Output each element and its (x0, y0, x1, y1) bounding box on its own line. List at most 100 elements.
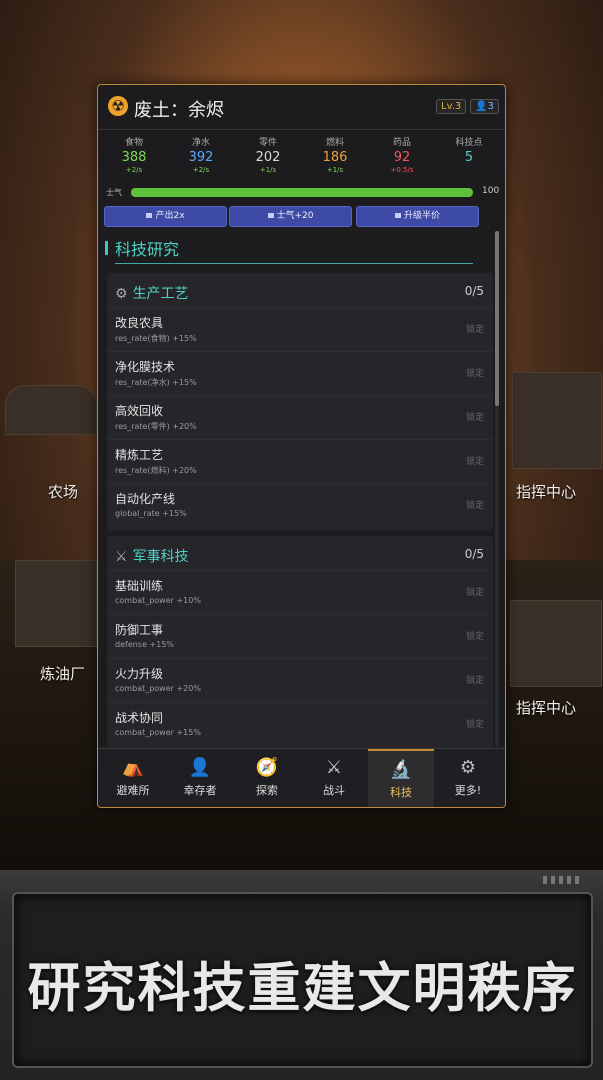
tech-item[interactable]: 基础训练 combat_power +10% 锁定 (107, 570, 493, 615)
command-center-building (512, 372, 602, 469)
farm-building (5, 385, 97, 435)
tech-name: 基础训练 (115, 579, 164, 593)
map-label-command-center[interactable]: 指挥中心 (516, 481, 576, 502)
crossed-swords-icon: ⚔ (325, 757, 343, 778)
tech-name: 精炼工艺 (115, 448, 164, 462)
tech-status: 锁定 (465, 588, 484, 598)
buff-label: 产出2x (155, 211, 185, 221)
scrollbar-thumb[interactable] (495, 231, 499, 406)
panel-header: ☢ 废土：余烬 Lv.3 👤3 (98, 85, 505, 130)
category-progress: 0/5 (464, 547, 484, 561)
morale-bar (131, 188, 473, 197)
tech-effect: res_rate(净水) +15% (115, 378, 197, 387)
tech-status: 锁定 (465, 413, 484, 423)
game-panel: ☢ 废土：余烬 Lv.3 👤3 食物 388 +2/s 净水 392 +2/s 零件 202 +… (97, 84, 506, 808)
compass-icon: 🧭 (255, 757, 279, 778)
map-label-refinery[interactable]: 炼油厂 (40, 663, 85, 684)
population-count: 3 (487, 101, 494, 112)
resource-value: 388 (121, 150, 147, 165)
gear-icon: ⚙ (459, 757, 477, 778)
buff-label: 士气+20 (276, 211, 314, 221)
tech-item[interactable]: 高效回收 res_rate(零件) +20% 锁定 (107, 395, 493, 440)
nav-label: 科技 (390, 786, 412, 799)
resource-item: 净水 392 +2/s (168, 135, 234, 174)
person-icon: 👤 (475, 101, 488, 112)
category-progress: 0/5 (464, 284, 484, 298)
resource-item: 食物 388 +2/s (101, 135, 167, 174)
category-name: 生产工艺 (132, 286, 189, 302)
buff-button-morale[interactable]: 士气+20 (229, 206, 352, 227)
section-accent (105, 241, 108, 255)
nav-label: 幸存者 (183, 784, 217, 797)
morale-value: 100 (482, 186, 500, 196)
tech-item[interactable]: 精炼工艺 res_rate(燃料) +20% 锁定 (107, 439, 493, 484)
tech-effect: global_rate +15% (115, 509, 187, 518)
game-title: 废土：余烬 (134, 100, 224, 121)
tech-status: 锁定 (465, 325, 484, 335)
resource-rate: +2/s (192, 166, 210, 174)
gear-icon: ⚙ (115, 286, 128, 302)
resource-name: 食物 (124, 138, 143, 148)
nav-tab-3[interactable]: 🧭 探索 (234, 749, 300, 807)
banner-title: 研究科技重建文明秩序 (27, 958, 578, 1019)
resource-item: 零件 202 +1/s (235, 135, 301, 174)
tech-item[interactable]: 防御工事 defense +15% 锁定 (107, 614, 493, 659)
category-title: ⚔ 军事科技 (115, 546, 189, 566)
tech-category: ⚔ 军事科技 0/5 基础训练 combat_power +10% 锁定防御工事 defen… (107, 536, 493, 750)
tech-effect: combat_power +15% (115, 728, 201, 737)
nav-label: 战斗 (323, 784, 345, 797)
population-badge[interactable]: 👤3 (470, 99, 499, 114)
banner-frame: 研究科技重建文明秩序 (12, 892, 593, 1068)
resource-name: 零件 (258, 138, 277, 148)
section-title: 科技研究 (115, 240, 180, 259)
resource-item: 药品 92 +0.5/s (369, 135, 435, 174)
buff-button-upgrade[interactable]: 升级半价 (356, 206, 479, 227)
resource-item: 燃料 186 +1/s (302, 135, 368, 174)
morale-fill (131, 188, 473, 197)
tech-item[interactable]: 火力升级 combat_power +20% 锁定 (107, 658, 493, 703)
nav-tab-1[interactable]: ⛺ 避难所 (100, 749, 166, 807)
command-center-building-2 (510, 600, 602, 687)
tech-effect: res_rate(零件) +20% (115, 422, 197, 431)
resource-value: 202 (255, 150, 281, 165)
refinery-building (15, 560, 97, 647)
nav-label: 探索 (256, 784, 278, 797)
tech-item[interactable]: 改良农具 res_rate(食物) +15% 锁定 (107, 307, 493, 352)
tech-effect: combat_power +20% (115, 684, 201, 693)
tech-item[interactable]: 自动化产线 global_rate +15% 锁定 (107, 483, 493, 528)
nav-label: 避难所 (116, 784, 150, 797)
buff-button-production[interactable]: 产出2x (104, 206, 227, 227)
tech-name: 防御工事 (115, 623, 164, 637)
resource-rate: +1/s (259, 166, 277, 174)
nav-tab-5[interactable]: 🔬 科技 (368, 749, 434, 807)
video-icon (146, 213, 153, 218)
section-divider (115, 263, 473, 264)
map-label-farm[interactable]: 农场 (48, 481, 78, 502)
morale-label: 士气 (106, 188, 122, 197)
tech-item[interactable]: 净化膜技术 res_rate(净水) +15% 锁定 (107, 351, 493, 396)
resource-rate: +0.5/s (390, 166, 414, 174)
resource-rate: +2/s (125, 166, 143, 174)
tech-name: 净化膜技术 (115, 360, 176, 374)
banner-decoration (543, 876, 583, 884)
tech-name: 自动化产线 (115, 492, 176, 506)
resource-value: 5 (464, 150, 474, 165)
resource-value: 92 (393, 150, 411, 165)
tech-category: ⚙ 生产工艺 0/5 改良农具 res_rate(食物) +15% 锁定 净化膜技术 res_… (107, 273, 493, 531)
nav-tab-2[interactable]: 👤 幸存者 (167, 749, 233, 807)
promo-banner: 研究科技重建文明秩序 (0, 870, 603, 1080)
resource-name: 燃料 (325, 138, 344, 148)
tech-status: 锁定 (465, 632, 484, 642)
nav-tab-4[interactable]: ⚔ 战斗 (301, 749, 367, 807)
nav-tab-6[interactable]: ⚙ 更多! (435, 749, 501, 807)
tech-status: 锁定 (465, 676, 484, 686)
map-label-command-center-2[interactable]: 指挥中心 (516, 697, 576, 718)
tech-name: 火力升级 (115, 667, 164, 681)
buff-label: 升级半价 (403, 211, 440, 221)
tech-effect: defense +15% (115, 640, 174, 649)
nav-label: 更多! (454, 784, 482, 797)
tech-item[interactable]: 战术协同 combat_power +15% 锁定 (107, 702, 493, 747)
shelter-icon: ⛺ (121, 757, 145, 778)
resource-value: 186 (322, 150, 348, 165)
tech-effect: res_rate(食物) +15% (115, 334, 197, 343)
